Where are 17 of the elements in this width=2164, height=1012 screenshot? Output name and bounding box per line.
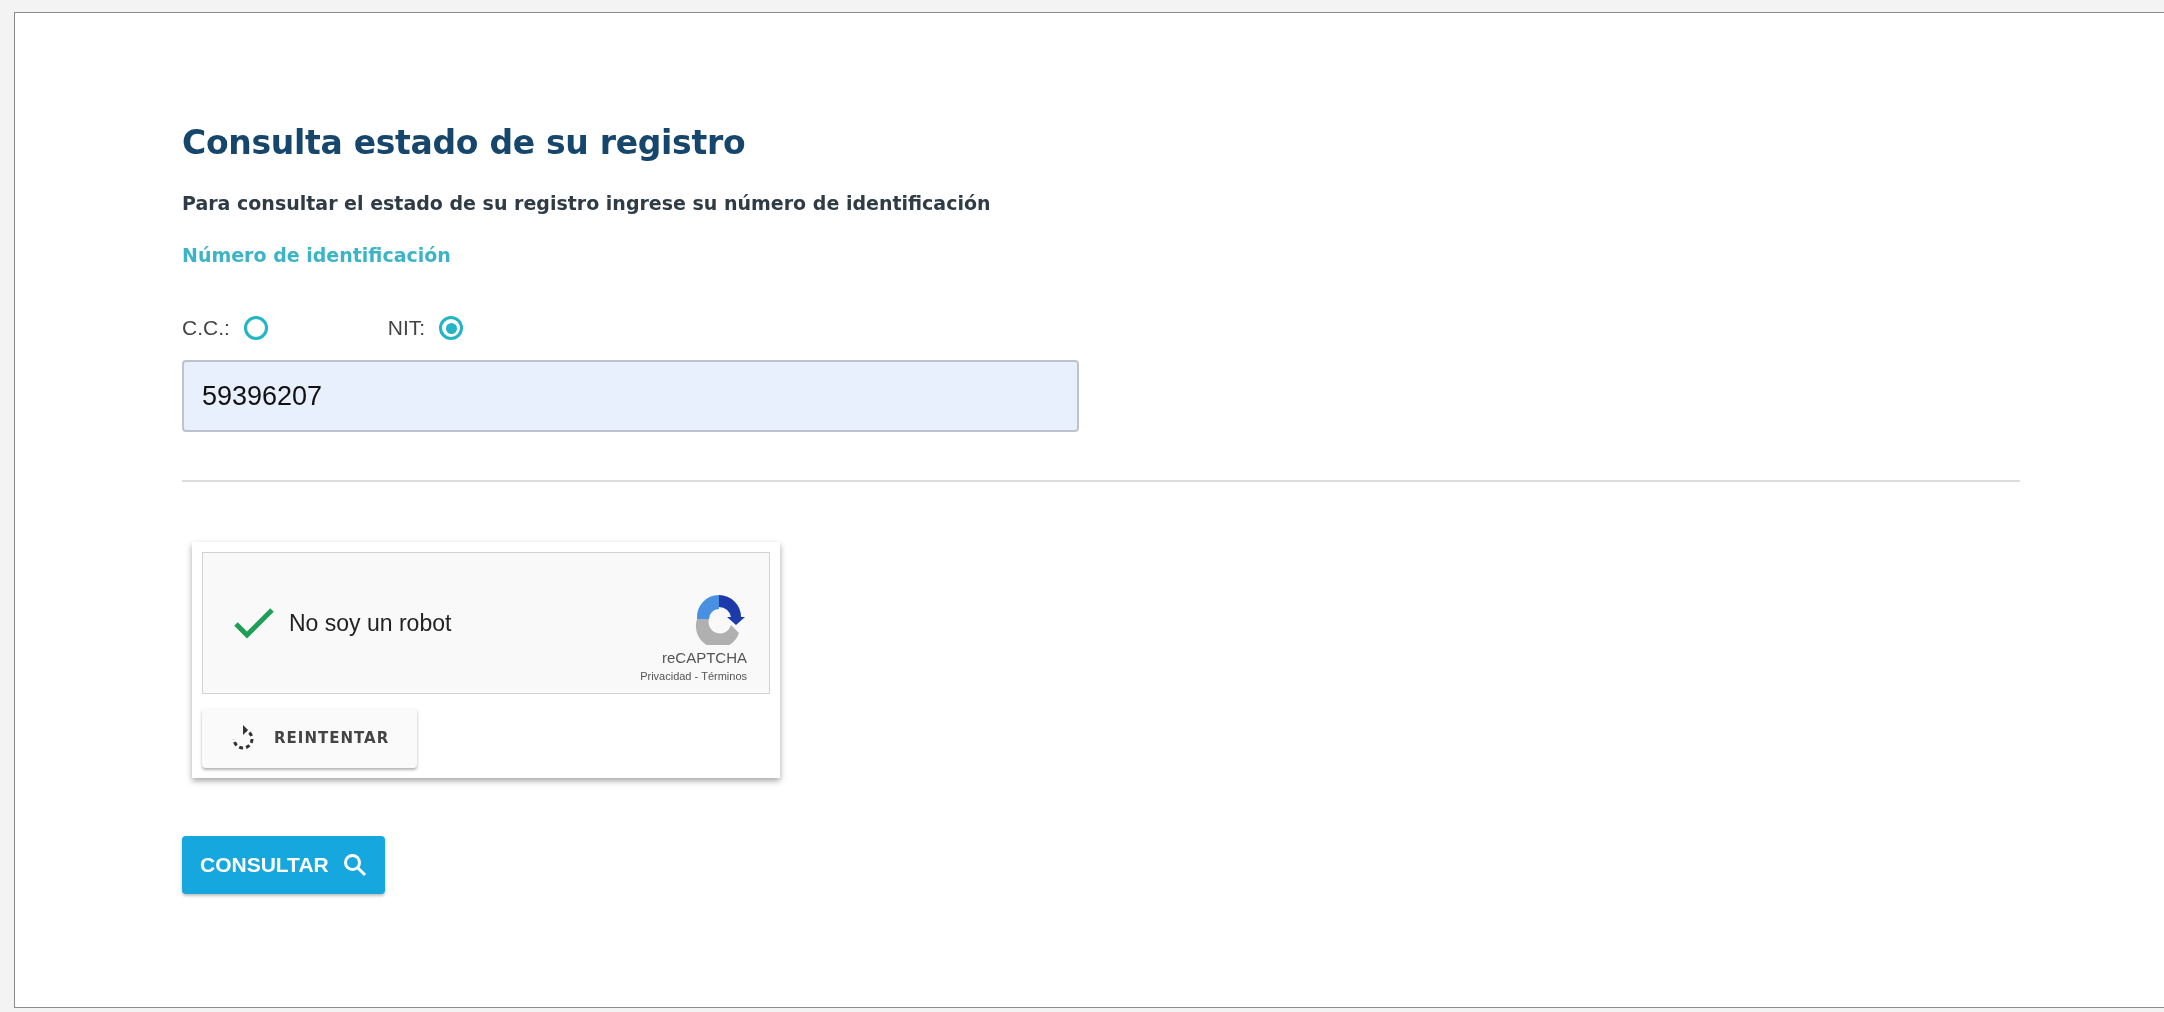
privacy-link[interactable]: Privacidad xyxy=(640,669,692,682)
recaptcha-brand: reCAPTCHA xyxy=(662,648,747,666)
checkmark-icon[interactable] xyxy=(233,606,275,640)
terms-link[interactable]: Términos xyxy=(701,669,747,682)
radio-button[interactable] xyxy=(243,316,268,340)
retry-icon xyxy=(230,725,256,751)
radio-label[interactable]: NIT: xyxy=(387,316,426,340)
page-title: Consulta estado de su registro xyxy=(182,123,747,162)
radio-label[interactable]: C.C.: xyxy=(182,316,230,340)
link-separator: - xyxy=(694,669,699,682)
retry-button[interactable]: REINTENTAR xyxy=(202,708,418,768)
field-label: Número de identificación xyxy=(182,244,452,266)
search-icon xyxy=(342,853,367,877)
captcha-label: No soy un robot xyxy=(289,609,452,637)
id-input-field[interactable]: 59396207 xyxy=(182,360,1079,432)
radio-button[interactable] xyxy=(439,316,464,340)
instructions-text: Para consultar el estado de su registro ingrese su número de identificación xyxy=(182,192,992,214)
